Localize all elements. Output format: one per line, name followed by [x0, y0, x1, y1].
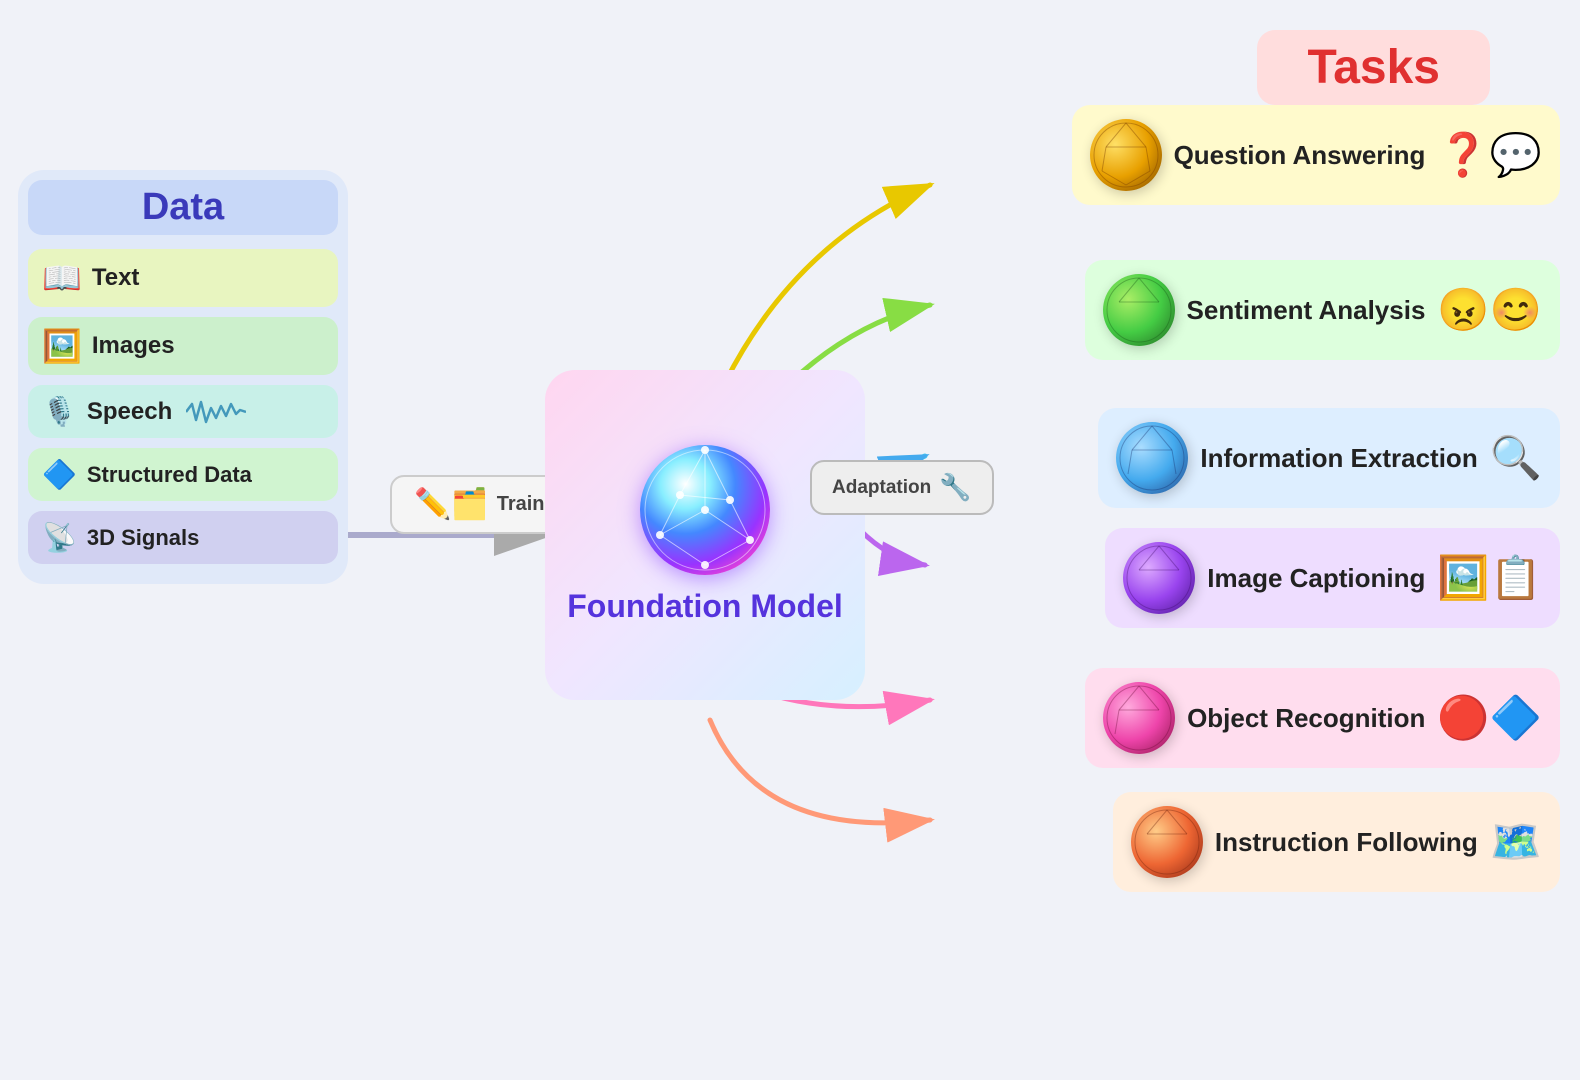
task-card-sentiment: Sentiment Analysis 😠😊 — [1085, 260, 1560, 360]
foundation-model-box: Foundation Model — [545, 370, 865, 700]
mesh-object-icon — [1103, 682, 1175, 754]
qa-icon: ❓💬 — [1437, 131, 1542, 180]
ball-qa — [1090, 119, 1162, 191]
info-icon: 🔍 — [1490, 434, 1542, 483]
book-icon: 📖 — [42, 259, 82, 297]
data-item-speech: 🎙️ Speech — [28, 385, 338, 438]
ball-sentiment — [1103, 274, 1175, 346]
qa-label: Question Answering — [1174, 139, 1426, 172]
mesh-info-icon — [1116, 422, 1188, 494]
signals-icon: 📡 — [42, 521, 77, 554]
mesh-sentiment-icon — [1103, 274, 1175, 346]
ball-info — [1116, 422, 1188, 494]
foundation-model-title: Foundation Model — [567, 587, 843, 625]
captioning-label: Image Captioning — [1207, 562, 1425, 595]
structured-icon: 🔷 — [42, 458, 77, 491]
ball-object — [1103, 682, 1175, 754]
task-card-info: Information Extraction 🔍 — [1098, 408, 1560, 508]
data-items-list: 📖 Text 🖼️ Images 🎙️ Speech 🔷 Structured … — [28, 249, 338, 564]
task-card-object: Object Recognition 🔴🔷 — [1085, 668, 1560, 768]
wave-icon — [186, 398, 246, 426]
mesh-captioning-icon — [1123, 542, 1195, 614]
info-label: Information Extraction — [1200, 442, 1477, 475]
task-card-instruct: Instruction Following 🗺️ — [1113, 792, 1560, 892]
data-item-structured: 🔷 Structured Data — [28, 448, 338, 501]
pencil-icon: ✏️🗂️ — [414, 487, 489, 522]
instruct-icon: 🗺️ — [1490, 818, 1542, 867]
tasks-header: Tasks — [1257, 30, 1490, 105]
data-title: Data — [28, 180, 338, 235]
instruct-label: Instruction Following — [1215, 826, 1478, 859]
speech-icon: 🎙️ — [42, 395, 77, 428]
mesh-qa-icon — [1090, 119, 1162, 191]
mesh-instruct-icon — [1131, 806, 1203, 878]
ball-instruct — [1131, 806, 1203, 878]
data-panel: Data 📖 Text 🖼️ Images 🎙️ Speech 🔷 Struct… — [18, 170, 348, 584]
object-icon: 🔴🔷 — [1437, 694, 1542, 743]
data-item-images: 🖼️ Images — [28, 317, 338, 375]
ball-captioning — [1123, 542, 1195, 614]
sentiment-label: Sentiment Analysis — [1187, 294, 1426, 327]
sphere-mesh-icon — [640, 445, 770, 575]
image-icon: 🖼️ — [42, 327, 82, 365]
data-item-signals: 📡 3D Signals — [28, 511, 338, 564]
adaptation-box: Adaptation 🔧 — [810, 460, 994, 515]
foundation-sphere — [640, 445, 770, 575]
wrench-icon: 🔧 — [939, 472, 971, 503]
data-item-text: 📖 Text — [28, 249, 338, 307]
task-card-qa: Question Answering ❓💬 — [1072, 105, 1560, 205]
task-card-captioning: Image Captioning 🖼️📋 — [1105, 528, 1560, 628]
object-label: Object Recognition — [1187, 702, 1425, 735]
captioning-icon: 🖼️📋 — [1437, 554, 1542, 603]
sentiment-icon: 😠😊 — [1437, 286, 1542, 335]
